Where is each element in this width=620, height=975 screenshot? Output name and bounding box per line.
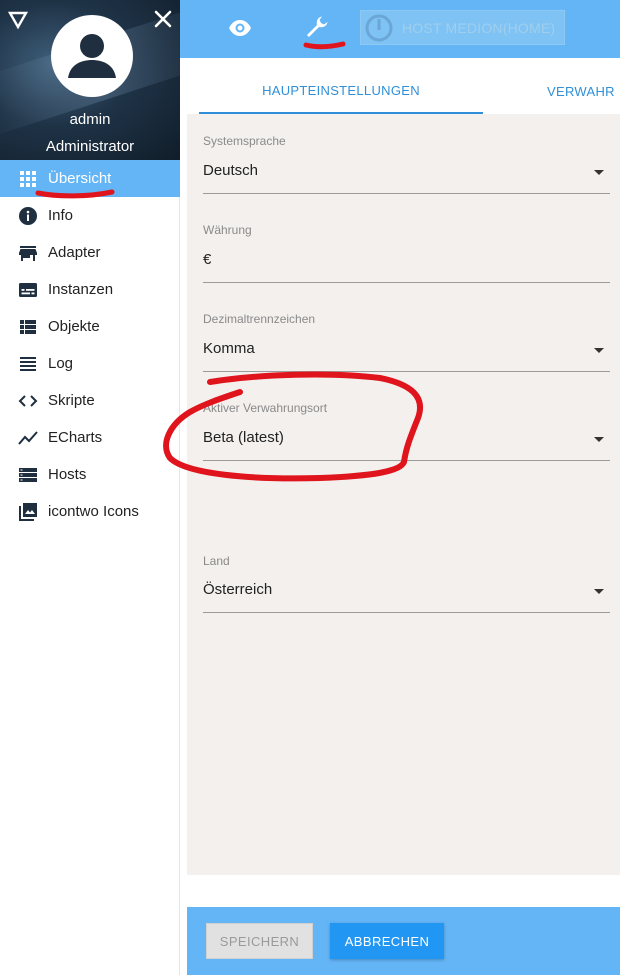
sidebar-item-label: Log <box>48 355 74 372</box>
field-underline <box>203 193 610 194</box>
store-icon <box>18 243 38 263</box>
field-value: € <box>203 251 212 268</box>
user-role: Administrator <box>45 138 135 155</box>
dropdown-caret-icon[interactable] <box>594 589 604 594</box>
field-value: Komma <box>203 340 255 357</box>
waehrung-field[interactable]: Währung € <box>203 223 610 285</box>
sidebar-item-label: Info <box>48 207 74 224</box>
dropdown-caret-icon[interactable] <box>594 170 604 175</box>
profile-header: admin Administrator <box>0 0 180 160</box>
sidebar-item-objekte[interactable]: Objekte <box>0 308 180 345</box>
sidebar-item-instanzen[interactable]: Instanzen <box>0 271 180 308</box>
sidebar-item-label: Adapter <box>48 244 101 261</box>
sidebar-item-label: Skripte <box>48 392 95 409</box>
sidebar-item-icontwo-icons[interactable]: icontwo Icons <box>0 493 180 530</box>
sidebar-item-label: Instanzen <box>48 281 114 298</box>
code-icon <box>18 391 38 411</box>
image-gallery-icon <box>18 502 38 522</box>
host-power-icon <box>365 14 393 41</box>
field-value: Österreich <box>203 581 273 598</box>
panel-bottom-spacer <box>187 875 620 907</box>
field-underline <box>203 612 610 613</box>
sidebar: admin Administrator Übersicht Info Adapt… <box>0 0 180 975</box>
avatar[interactable] <box>51 15 133 97</box>
land-select[interactable]: Land Österreich <box>203 554 610 616</box>
top-toolbar: HOST MEDION(HOME) <box>180 0 620 58</box>
sidebar-item-label: Hosts <box>48 466 87 483</box>
footer-action-bar: SPEICHERN ABBRECHEN <box>187 907 620 975</box>
field-label: Systemsprache <box>203 134 286 148</box>
sidebar-item-info[interactable]: Info <box>0 197 180 234</box>
subtitles-icon <box>18 280 38 300</box>
save-button[interactable]: SPEICHERN <box>206 923 313 959</box>
sidebar-item-label: Objekte <box>48 318 100 335</box>
dezimaltrennzeichen-select[interactable]: Dezimaltrennzeichen Komma <box>203 312 610 374</box>
settings-tabs: HAUPTEINSTELLUNGEN VERWAHR <box>187 68 620 114</box>
menu-triangle-icon[interactable] <box>8 10 28 30</box>
sidebar-item-log[interactable]: Log <box>0 345 180 382</box>
user-avatar-icon <box>68 34 116 78</box>
close-icon[interactable] <box>152 8 174 30</box>
wrench-icon[interactable] <box>304 14 330 40</box>
systemsprache-select[interactable]: Systemsprache Deutsch <box>203 134 610 196</box>
sidebar-item-hosts[interactable]: Hosts <box>0 456 180 493</box>
field-label: Dezimaltrennzeichen <box>203 312 316 326</box>
eye-icon[interactable] <box>228 16 252 40</box>
list-view-icon <box>18 317 38 337</box>
info-icon <box>18 206 38 226</box>
field-label: Währung <box>203 223 252 237</box>
sidebar-item-adapter[interactable]: Adapter <box>0 234 180 271</box>
cancel-button[interactable]: ABBRECHEN <box>330 923 444 959</box>
sidebar-item-label: ECharts <box>48 429 103 446</box>
user-name: admin <box>69 111 111 128</box>
field-label: Land <box>203 554 230 568</box>
storage-icon <box>18 465 38 485</box>
trend-chart-icon <box>18 428 38 448</box>
settings-panel: HAUPTEINSTELLUNGEN VERWAHR Systemsprache… <box>187 68 620 875</box>
field-value: Beta (latest) <box>203 429 284 446</box>
host-selector-button[interactable]: HOST MEDION(HOME) <box>360 10 565 45</box>
dropdown-caret-icon[interactable] <box>594 437 604 442</box>
field-underline <box>203 282 610 283</box>
tab-haupteinstellungen[interactable]: HAUPTEINSTELLUNGEN <box>199 68 483 114</box>
sidebar-item-label: icontwo Icons <box>48 503 139 520</box>
apps-grid-icon <box>18 169 38 189</box>
field-label: Aktiver Verwahrungsort <box>203 401 328 415</box>
sidebar-item-uebersicht[interactable]: Übersicht <box>0 160 180 197</box>
sidebar-item-label: Übersicht <box>48 170 112 187</box>
host-label: HOST MEDION(HOME) <box>402 19 556 36</box>
field-underline <box>203 371 610 372</box>
lines-icon <box>18 354 38 374</box>
sidebar-item-skripte[interactable]: Skripte <box>0 382 180 419</box>
sidebar-nav: Übersicht Info Adapter Instanzen Objekte <box>0 160 180 530</box>
tab-verwahrungsorte[interactable]: VERWAHR <box>547 68 620 114</box>
verwahrungsort-select[interactable]: Aktiver Verwahrungsort Beta (latest) <box>203 401 610 463</box>
field-value: Deutsch <box>203 162 259 179</box>
field-underline <box>203 460 610 461</box>
sidebar-item-echarts[interactable]: ECharts <box>0 419 180 456</box>
dropdown-caret-icon[interactable] <box>594 348 604 353</box>
